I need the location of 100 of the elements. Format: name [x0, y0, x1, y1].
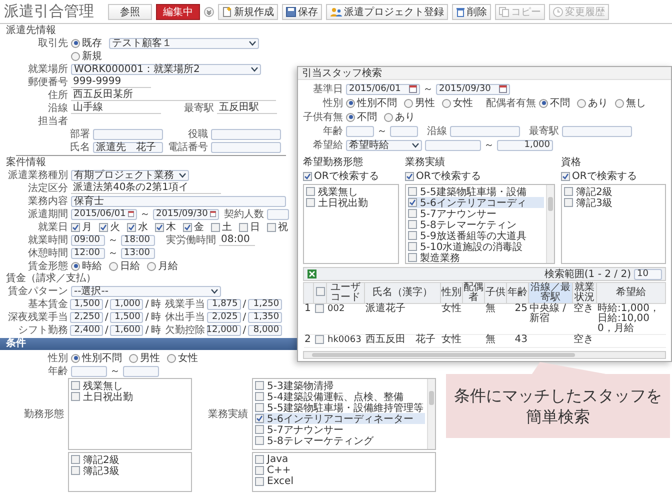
- list-item[interactable]: 製造業務: [420, 250, 460, 264]
- radio-button[interactable]: [615, 98, 624, 108]
- checkbox[interactable]: [561, 172, 570, 180]
- column-header[interactable]: 希望給: [596, 282, 666, 304]
- radio-button[interactable]: [346, 112, 355, 122]
- mode-tab[interactable]: 参照: [108, 4, 152, 20]
- radio-button[interactable]: [346, 98, 355, 108]
- input-field[interactable]: 12:00: [71, 248, 105, 258]
- radio-button[interactable]: [71, 354, 80, 362]
- checkbox[interactable]: [255, 477, 264, 486]
- checkbox[interactable]: [255, 392, 264, 401]
- list-item[interactable]: 5-5建築物駐車場・設備: [420, 184, 526, 198]
- spreadsheet-icon[interactable]: [307, 269, 317, 279]
- checkbox[interactable]: [408, 242, 417, 251]
- list-item[interactable]: 簿記2級: [576, 184, 612, 198]
- list-item[interactable]: 土日祝出勤: [318, 196, 368, 210]
- list-item[interactable]: 5-7アナウンサー: [267, 422, 344, 436]
- checkbox[interactable]: [71, 392, 80, 401]
- toolbar-button[interactable]: 新規作成: [218, 4, 278, 20]
- input-field[interactable]: [425, 140, 481, 150]
- input-field[interactable]: 18:00: [121, 234, 155, 246]
- checkbox[interactable]: [71, 466, 80, 475]
- column-header[interactable]: 沿線／最寄駅: [528, 282, 572, 304]
- input-field[interactable]: [390, 126, 418, 136]
- radio-button[interactable]: [71, 262, 80, 270]
- input-field[interactable]: 派遣先 花子: [93, 142, 163, 152]
- checkbox[interactable]: [255, 381, 264, 390]
- input-field[interactable]: 2,400: [70, 324, 103, 336]
- list-item[interactable]: 簿記2級: [83, 452, 120, 466]
- list-item[interactable]: 5-10水道施設の消毒設: [420, 240, 523, 254]
- column-header[interactable]: 子供: [484, 282, 506, 304]
- input-field[interactable]: 1,350: [248, 312, 282, 322]
- checkbox[interactable]: [405, 172, 414, 180]
- dropdown[interactable]: テスト顧客１: [109, 38, 259, 48]
- list-item[interactable]: 5-5建築物駐車場・設備維持管理等: [267, 400, 424, 414]
- checkbox[interactable]: [127, 222, 136, 232]
- input-field[interactable]: 1,250: [248, 298, 282, 310]
- checkbox[interactable]: [316, 287, 324, 296]
- input-field[interactable]: [211, 128, 281, 140]
- input-field[interactable]: 1,875: [206, 298, 241, 310]
- checkbox[interactable]: [255, 425, 264, 434]
- radio-button[interactable]: [539, 98, 548, 108]
- checkbox[interactable]: [408, 209, 417, 218]
- radio-button[interactable]: [109, 262, 118, 270]
- list-item[interactable]: 簿記3級: [83, 464, 120, 478]
- checkbox[interactable]: [408, 187, 417, 196]
- checkbox[interactable]: [306, 198, 315, 207]
- checkbox[interactable]: [99, 222, 108, 232]
- column-header[interactable]: 就業状況: [572, 282, 596, 304]
- checkbox[interactable]: [71, 222, 80, 232]
- dropdown[interactable]: --選択--: [71, 286, 221, 296]
- dropdown[interactable]: 有期プロジェクト業務: [71, 170, 189, 180]
- date-field[interactable]: 2015/06/01: [346, 84, 420, 94]
- checkbox[interactable]: [408, 253, 417, 262]
- input-field[interactable]: [562, 126, 632, 136]
- checkbox[interactable]: [564, 187, 573, 196]
- radio-button[interactable]: [442, 98, 451, 108]
- column-header[interactable]: 氏名（漢字）: [364, 282, 440, 304]
- list-item[interactable]: 5-9放送番組等の大道具: [420, 228, 526, 242]
- scrollbar[interactable]: [546, 185, 554, 263]
- toolbar-button[interactable]: 削除: [452, 4, 491, 20]
- input-field[interactable]: 1,600: [110, 324, 144, 336]
- checkbox[interactable]: [255, 436, 264, 445]
- input-field[interactable]: 12,000: [206, 324, 241, 336]
- checkbox[interactable]: [239, 222, 248, 232]
- checkbox[interactable]: [255, 414, 264, 423]
- input-field[interactable]: 8,000: [248, 324, 282, 336]
- list-item[interactable]: C++: [267, 465, 291, 476]
- radio-button[interactable]: [167, 354, 176, 362]
- list-item[interactable]: 5-3建築物清掃: [267, 378, 334, 392]
- date-field[interactable]: 2015/09/30: [436, 84, 510, 94]
- input-field[interactable]: 保育士: [71, 196, 286, 206]
- input-field[interactable]: 2,250: [70, 312, 103, 322]
- list-item[interactable]: 5-8テレマーケティング: [267, 434, 374, 448]
- chevron-icon[interactable]: [204, 6, 214, 16]
- list-item[interactable]: 簿記3級: [576, 196, 612, 210]
- column-header[interactable]: 性別: [440, 282, 462, 304]
- input-field[interactable]: [267, 208, 289, 220]
- checkbox[interactable]: [408, 198, 417, 207]
- checkbox[interactable]: [408, 220, 417, 229]
- list-item[interactable]: 5-8テレマーケティン: [420, 218, 516, 232]
- list-item[interactable]: 残業無し: [83, 378, 123, 392]
- checkbox[interactable]: [306, 187, 315, 196]
- column-header[interactable]: 年齢: [506, 282, 528, 304]
- input-field[interactable]: [123, 366, 159, 376]
- radio-button[interactable]: [384, 112, 393, 122]
- checkbox[interactable]: [314, 304, 324, 313]
- checkbox[interactable]: [303, 172, 312, 180]
- input-field[interactable]: 13:00: [121, 248, 155, 258]
- list-item[interactable]: 残業無し: [318, 184, 358, 198]
- column-header[interactable]: 配偶者: [462, 282, 484, 304]
- input-field[interactable]: 1,000: [110, 298, 144, 310]
- radio-button[interactable]: [577, 98, 586, 108]
- list-item[interactable]: Java: [267, 454, 288, 465]
- checkbox[interactable]: [71, 455, 80, 464]
- dropdown[interactable]: WORK000001：就業場所2: [71, 64, 261, 74]
- toolbar-button[interactable]: 派遣プロジェクト登録: [326, 4, 448, 20]
- input-field[interactable]: 09:00: [71, 234, 105, 246]
- toolbar-button[interactable]: 保存: [282, 4, 322, 20]
- scrollbar[interactable]: [427, 379, 435, 449]
